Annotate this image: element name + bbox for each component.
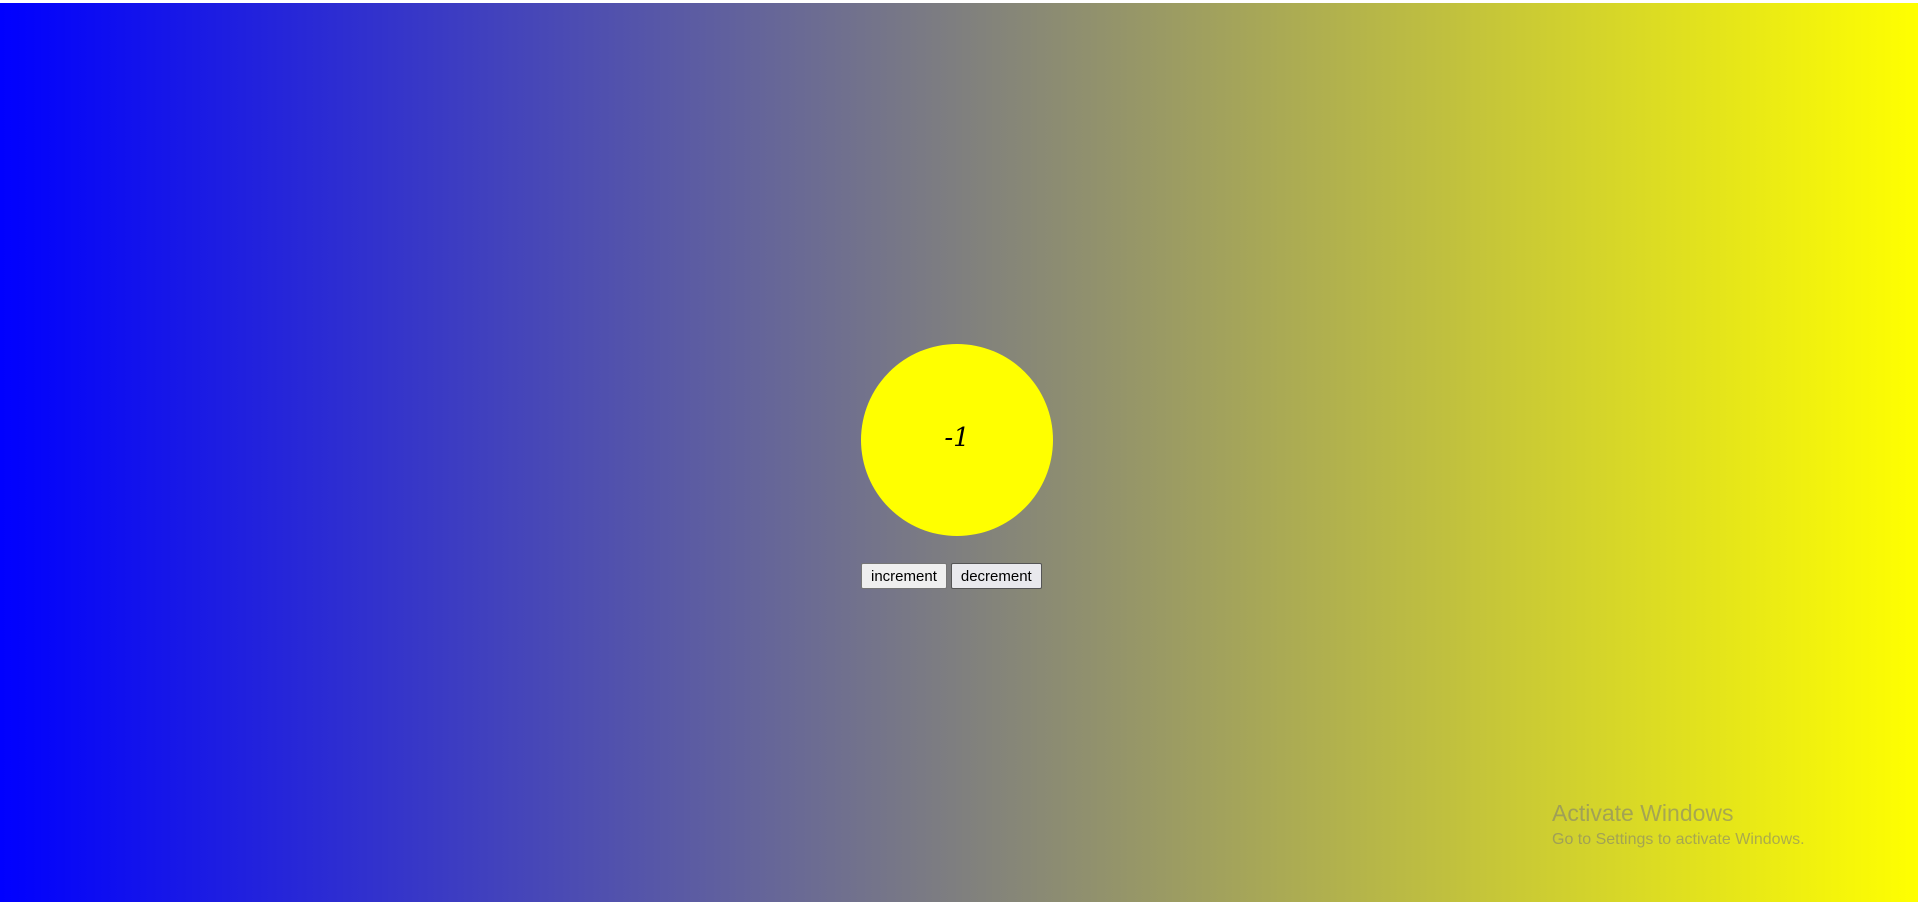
counter-circle: -1 xyxy=(861,344,1053,536)
increment-button[interactable]: increment xyxy=(861,563,947,589)
counter-controls: increment decrement xyxy=(861,563,1042,589)
watermark-title: Activate Windows xyxy=(1552,800,1734,826)
watermark-subtitle: Go to Settings to activate Windows. xyxy=(1552,831,1805,848)
gradient-background: -1 increment decrement Activate Windows … xyxy=(0,3,1918,902)
decrement-button[interactable]: decrement xyxy=(950,563,1042,589)
counter-value: -1 xyxy=(944,423,970,453)
activate-windows-watermark: Activate Windows Go to Settings to activ… xyxy=(1552,799,1805,851)
